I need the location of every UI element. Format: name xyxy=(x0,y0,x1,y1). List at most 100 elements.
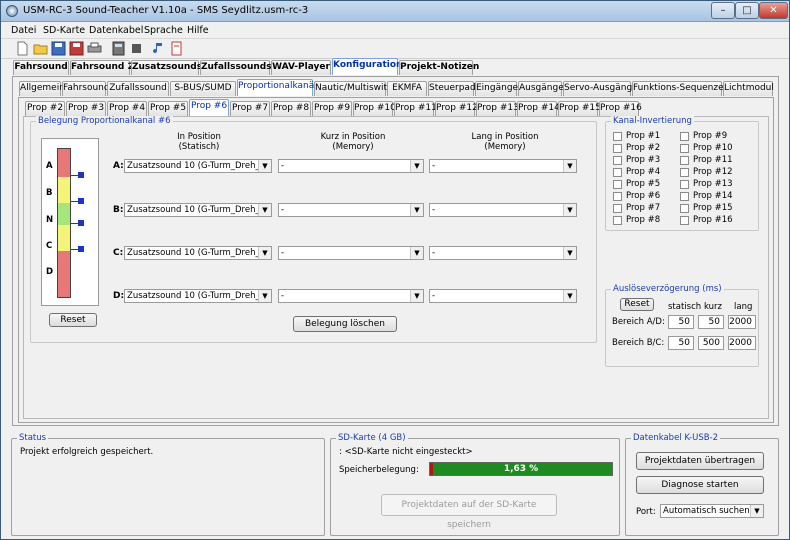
select-lang-row-1[interactable]: - ▼ xyxy=(429,203,577,217)
tab-zufallssound[interactable]: Zufallssound xyxy=(107,81,169,96)
start-diagnosis-button[interactable]: Diagnose starten xyxy=(636,476,764,494)
invert-checkbox-9[interactable] xyxy=(680,132,689,141)
tab-prop-13[interactable]: Prop #13 xyxy=(476,101,519,116)
select-static-row-0[interactable]: Zusatzsound 10 (G-Turm_Dreh_01.wav)▼ xyxy=(124,159,272,173)
close-button[interactable]: ✕ xyxy=(759,2,788,19)
transfer-project-button[interactable]: Projektdaten übertragen xyxy=(636,452,764,470)
invert-checkbox-3[interactable] xyxy=(613,156,622,165)
tab-nautic-multiswitch[interactable]: Nautic/Multiswitch xyxy=(314,81,398,96)
threshold-handle-2[interactable] xyxy=(78,198,84,204)
delay-ad-statisch-input[interactable]: 50 xyxy=(668,315,694,329)
delay-bc-lang-input[interactable]: 2000 xyxy=(728,336,756,350)
tab-prop-12[interactable]: Prop #12 xyxy=(435,101,478,116)
select-static-row-2[interactable]: Zusatzsound 10 (G-Turm_Dreh_01.wav)▼ xyxy=(124,246,272,260)
tab-prop-9[interactable]: Prop #9 xyxy=(312,101,352,116)
save-icon[interactable] xyxy=(51,41,66,56)
open-folder-icon[interactable] xyxy=(33,41,48,56)
port-select[interactable]: Automatisch suchen ▼ xyxy=(660,504,764,518)
tab-ekmfa[interactable]: EKMFA xyxy=(387,81,427,96)
save-to-sd-button[interactable]: Projektdaten auf der SD-Karte speichern xyxy=(381,494,557,530)
tab-proportionalkanaele[interactable]: Proportionalkanäle xyxy=(237,79,322,96)
select-kurz-row-3[interactable]: - ▼ xyxy=(278,289,424,303)
menu-datei[interactable]: Datei xyxy=(11,25,36,36)
delay-reset-button[interactable]: Reset xyxy=(620,298,654,311)
tab-prop-10[interactable]: Prop #10 xyxy=(353,101,396,116)
invert-checkbox-6[interactable] xyxy=(613,192,622,201)
select-kurz-row-2[interactable]: - ▼ xyxy=(278,246,424,260)
chip-icon[interactable] xyxy=(129,41,144,56)
select-lang-row-0[interactable]: - ▼ xyxy=(429,159,577,173)
select-static-row-3[interactable]: Zusatzsound 10 (G-Turm_Dreh_01.wav)▼ xyxy=(124,289,272,303)
tab-prop-7[interactable]: Prop #7 xyxy=(230,101,270,116)
tab-fahrsound[interactable]: Fahrsound xyxy=(13,60,69,75)
invert-checkbox-13[interactable] xyxy=(680,180,689,189)
tab-prop-5[interactable]: Prop #5 xyxy=(148,101,188,116)
threshold-handle-4[interactable] xyxy=(78,246,84,252)
invert-checkbox-4[interactable] xyxy=(613,168,622,177)
tab-steuerpad[interactable]: Steuerpad xyxy=(428,81,476,96)
zone-c xyxy=(58,225,70,251)
invert-checkbox-1[interactable] xyxy=(613,132,622,141)
zone-reset-button[interactable]: Reset xyxy=(49,313,97,327)
clear-assignment-button[interactable]: Belegung löschen xyxy=(293,316,397,332)
menu-sd-karte[interactable]: SD-Karte xyxy=(43,25,85,36)
invert-checkbox-12[interactable] xyxy=(680,168,689,177)
tab-ausgaenge[interactable]: Ausgänge xyxy=(518,81,564,96)
invert-checkbox-14[interactable] xyxy=(680,192,689,201)
invert-checkbox-5[interactable] xyxy=(613,180,622,189)
tab-prop-14[interactable]: Prop #14 xyxy=(517,101,560,116)
document-icon[interactable] xyxy=(169,41,184,56)
tab-prop-2[interactable]: Prop #2 xyxy=(25,101,65,116)
minimize-button[interactable]: – xyxy=(711,2,735,19)
save-as-icon[interactable] xyxy=(69,41,84,56)
select-static-row-1[interactable]: Zusatzsound 10 (G-Turm_Dreh_01.wav)▼ xyxy=(124,203,272,217)
threshold-handle-1[interactable] xyxy=(78,172,84,178)
tab-funktions-sequenzen[interactable]: Funktions-Sequenzen xyxy=(632,81,729,96)
invert-checkbox-2[interactable] xyxy=(613,144,622,153)
select-kurz-row-1[interactable]: - ▼ xyxy=(278,203,424,217)
tab-prop-8[interactable]: Prop #8 xyxy=(271,101,311,116)
invert-checkbox-15[interactable] xyxy=(680,204,689,213)
tab-prop-6[interactable]: Prop #6 xyxy=(189,99,229,116)
invert-checkbox-7[interactable] xyxy=(613,204,622,213)
tab-sbus-sumd[interactable]: S-BUS/SUMD xyxy=(170,81,236,96)
tab-eingaenge[interactable]: Eingänge xyxy=(475,81,518,96)
tab-konfiguration[interactable]: Konfiguration xyxy=(332,58,402,75)
select-lang-row-2[interactable]: - ▼ xyxy=(429,246,577,260)
tab-fahrsound-sub[interactable]: Fahrsound xyxy=(62,81,110,96)
tab-prop-11[interactable]: Prop #11 xyxy=(394,101,437,116)
invert-checkbox-8[interactable] xyxy=(613,216,622,225)
delay-ad-kurz-input[interactable]: 50 xyxy=(698,315,724,329)
tab-zufallssounds[interactable]: Zufallssounds xyxy=(200,60,272,75)
tab-prop-15[interactable]: Prop #15 xyxy=(558,101,601,116)
menu-datenkabel[interactable]: Datenkabel xyxy=(89,25,143,36)
tab-allgemein[interactable]: Allgemein xyxy=(19,81,65,96)
tab-zusatzsounds[interactable]: Zusatzsounds xyxy=(131,60,202,75)
tab-fahrsound-2[interactable]: Fahrsound 2 xyxy=(70,60,134,75)
invert-checkbox-11[interactable] xyxy=(680,156,689,165)
tab-lichtmodul[interactable]: Lichtmodul xyxy=(723,81,774,96)
delay-bc-statisch-input[interactable]: 50 xyxy=(668,336,694,350)
select-lang-row-3[interactable]: - ▼ xyxy=(429,289,577,303)
select-kurz-row-0[interactable]: - ▼ xyxy=(278,159,424,173)
invert-checkbox-16[interactable] xyxy=(680,216,689,225)
delay-bc-kurz-input[interactable]: 500 xyxy=(698,336,724,350)
maximize-button[interactable]: □ xyxy=(735,2,759,19)
threshold-handle-3[interactable] xyxy=(78,220,84,226)
new-file-icon[interactable] xyxy=(15,41,30,56)
print-icon[interactable] xyxy=(87,41,102,56)
tab-prop-16[interactable]: Prop #16 xyxy=(599,101,642,116)
delay-ad-lang-input[interactable]: 2000 xyxy=(728,315,756,329)
calculator-icon[interactable] xyxy=(111,41,126,56)
invert-checkbox-10[interactable] xyxy=(680,144,689,153)
tab-prop-4[interactable]: Prop #4 xyxy=(107,101,147,116)
menu-sprache[interactable]: Sprache xyxy=(144,25,183,36)
zone-diagram: A B N C D xyxy=(41,138,99,306)
menu-hilfe[interactable]: Hilfe xyxy=(187,25,209,36)
tab-servo-ausgaenge[interactable]: Servo-Ausgänge xyxy=(563,81,638,96)
tab-projekt-notizen[interactable]: Projekt-Notizen xyxy=(399,60,479,75)
music-note-icon[interactable] xyxy=(151,41,166,56)
tab-prop-3[interactable]: Prop #3 xyxy=(66,101,106,116)
tab-wav-player[interactable]: WAV-Player xyxy=(271,60,331,75)
invert-label-15: Prop #15 xyxy=(693,203,733,213)
